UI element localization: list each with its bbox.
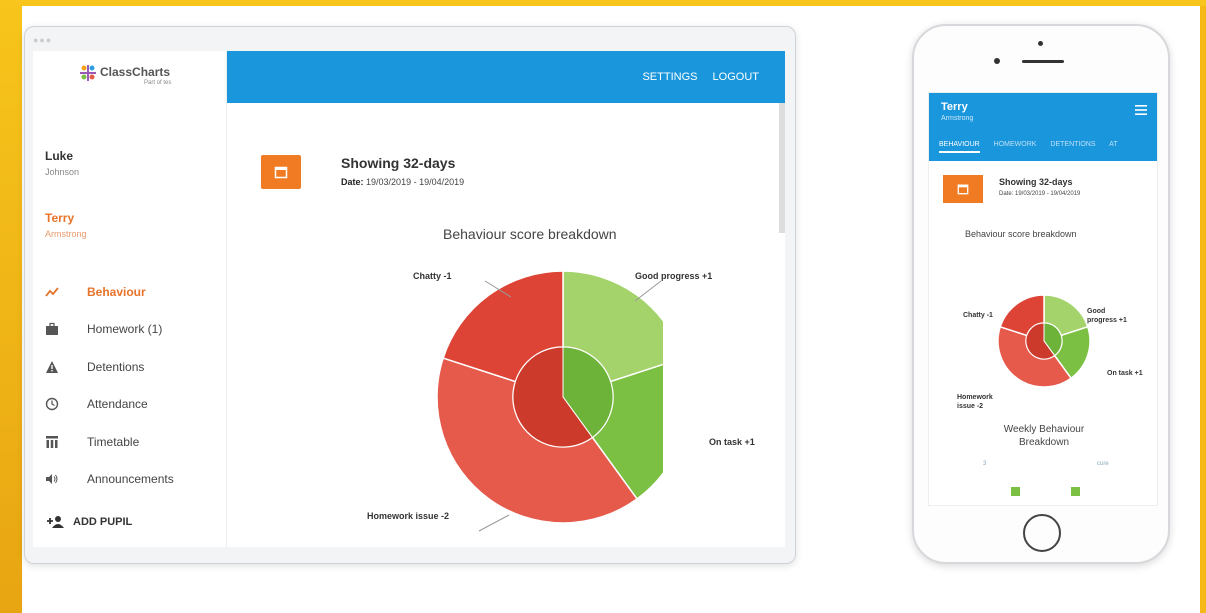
logout-link[interactable]: LOGOUT (713, 71, 759, 83)
nav-item-announcements[interactable]: Announcements (33, 461, 227, 499)
mobile-pupil-first-name: Terry (941, 101, 968, 113)
timetable-icon (45, 434, 77, 450)
mobile-pupil-last-name: Armstrong (941, 115, 974, 122)
label-leader-line (478, 514, 510, 532)
weekly-title-line1: Weekly Behaviour (1003, 424, 1085, 435)
tab-detentions[interactable]: DETENTIONS (1050, 141, 1095, 148)
mobile-date-range-button[interactable] (943, 175, 983, 203)
mobile-tabs: BEHAVIOUR HOMEWORK DETENTIONS AT (939, 141, 1157, 155)
nav-label: Attendance (87, 397, 148, 412)
label-leader-line (634, 280, 662, 302)
date-range: 19/03/2019 - 19/04/2019 (366, 177, 465, 187)
classcharts-logo[interactable]: ClassCharts Part of tes (78, 61, 198, 95)
add-pupil-button[interactable]: ADD PUPIL (47, 515, 132, 529)
header-bar: SETTINGS LOGOUT (227, 51, 785, 103)
showing-title: Showing 32-days (341, 155, 456, 171)
nav-item-detentions[interactable]: Detentions (33, 348, 227, 386)
frame-right (1200, 0, 1206, 613)
nav-item-homework[interactable]: Homework (1) (33, 311, 227, 349)
nav-label: Announcements (87, 472, 174, 487)
speaker-icon (45, 471, 77, 487)
tab-attendance[interactable]: AT (1109, 141, 1117, 148)
add-user-icon (47, 516, 64, 528)
phone-camera (1038, 41, 1043, 46)
mobile-label-homework-line2: issue -2 (957, 403, 984, 410)
mobile-label-good-line1: Good (1087, 308, 1106, 315)
weekly-title-line2: Breakdown (1018, 437, 1070, 448)
phone-sensor (994, 58, 1000, 64)
tab-homework[interactable]: HOMEWORK (994, 141, 1037, 148)
weekly-axis-left: 3 (983, 461, 987, 467)
scrollbar[interactable] (779, 103, 785, 233)
nav-item-behaviour[interactable]: Behaviour (33, 273, 227, 311)
pupil-last-name: Armstrong (45, 229, 87, 239)
slice-label-good-progress: Good progress +1 (635, 271, 713, 281)
warning-icon (45, 359, 77, 375)
behaviour-pie-chart (436, 270, 663, 532)
chart-title: Behaviour score breakdown (443, 226, 617, 242)
settings-link[interactable]: SETTINGS (642, 71, 697, 83)
frame-left (0, 0, 22, 613)
pupil-first-name: Terry (45, 211, 75, 225)
pupil-first-name: Luke (45, 149, 74, 163)
hamburger-menu-icon[interactable] (1135, 105, 1147, 115)
home-button[interactable] (1023, 514, 1061, 552)
add-pupil-label: ADD PUPIL (73, 516, 133, 528)
mobile-label-good-progress: Good progress +1 (1087, 307, 1127, 325)
nav-label: Timetable (87, 434, 140, 449)
nav-label: Homework (1) (87, 322, 163, 337)
web-app: ClassCharts Part of tes Luke Johnson Ter… (33, 51, 785, 547)
browser-window: ●●● ClassCharts Part of tes Luke Johnson… (24, 26, 796, 564)
phone-speaker (1022, 60, 1064, 63)
pupil-last-name: Johnson (45, 167, 80, 177)
mobile-chart-title: Behaviour score breakdown (965, 229, 1077, 239)
tab-behaviour[interactable]: BEHAVIOUR (939, 141, 980, 153)
mobile-app: Terry Armstrong BEHAVIOUR HOMEWORK DETEN… (928, 92, 1158, 506)
mobile-label-chatty: Chatty -1 (963, 312, 993, 319)
weekly-bar (1011, 487, 1020, 496)
mobile-label-on-task: On task +1 (1107, 370, 1143, 377)
clock-icon (45, 396, 77, 412)
briefcase-icon (45, 321, 77, 337)
weekly-breakdown-title: Weekly Behaviour Breakdown (929, 423, 1157, 449)
nav-item-attendance[interactable]: Attendance (33, 386, 227, 424)
date-label: Date: (341, 177, 364, 187)
slice-label-homework-issue: Homework issue -2 (367, 511, 450, 521)
mobile-label-homework-issue: Homework issue -2 (957, 393, 993, 411)
mobile-label-good-line2: progress +1 (1087, 317, 1127, 324)
pupil-luke[interactable]: Luke Johnson (45, 149, 79, 177)
logo-icon (80, 65, 96, 81)
logo-subtext: Part of tes (144, 80, 172, 86)
nav-label: Behaviour (87, 284, 146, 299)
header-links: SETTINGS LOGOUT (630, 71, 759, 83)
mobile-showing-date: Date: 19/03/2019 - 19/04/2019 (999, 191, 1081, 197)
window-dots: ●●● (33, 35, 53, 45)
frame-top (0, 0, 1206, 6)
sidebar-nav: Behaviour Homework (1) Detentions Attend… (33, 273, 227, 498)
trend-line-icon (45, 284, 77, 300)
nav-label: Detentions (87, 359, 145, 374)
mobile-header: Terry Armstrong BEHAVIOUR HOMEWORK DETEN… (929, 93, 1157, 161)
calendar-icon (274, 166, 288, 179)
mobile-phone: Terry Armstrong BEHAVIOUR HOMEWORK DETEN… (912, 24, 1170, 564)
mobile-behaviour-pie-chart (997, 294, 1091, 388)
sidebar: ClassCharts Part of tes Luke Johnson Ter… (33, 51, 227, 547)
pupil-terry[interactable]: Terry Armstrong (45, 211, 87, 239)
slice-label-chatty: Chatty -1 (413, 271, 452, 281)
showing-date: Date: 19/03/2019 - 19/04/2019 (341, 177, 464, 187)
calendar-icon (957, 184, 969, 195)
mobile-label-homework-line1: Homework (957, 394, 993, 401)
mobile-showing-title: Showing 32-days (999, 177, 1073, 187)
logo-text: ClassCharts (100, 65, 171, 79)
slice-label-on-task: On task +1 (709, 437, 755, 447)
weekly-axis-right: cure (1097, 461, 1109, 467)
weekly-bar (1071, 487, 1080, 496)
nav-item-timetable[interactable]: Timetable (33, 423, 227, 461)
date-range-button[interactable] (261, 155, 301, 189)
